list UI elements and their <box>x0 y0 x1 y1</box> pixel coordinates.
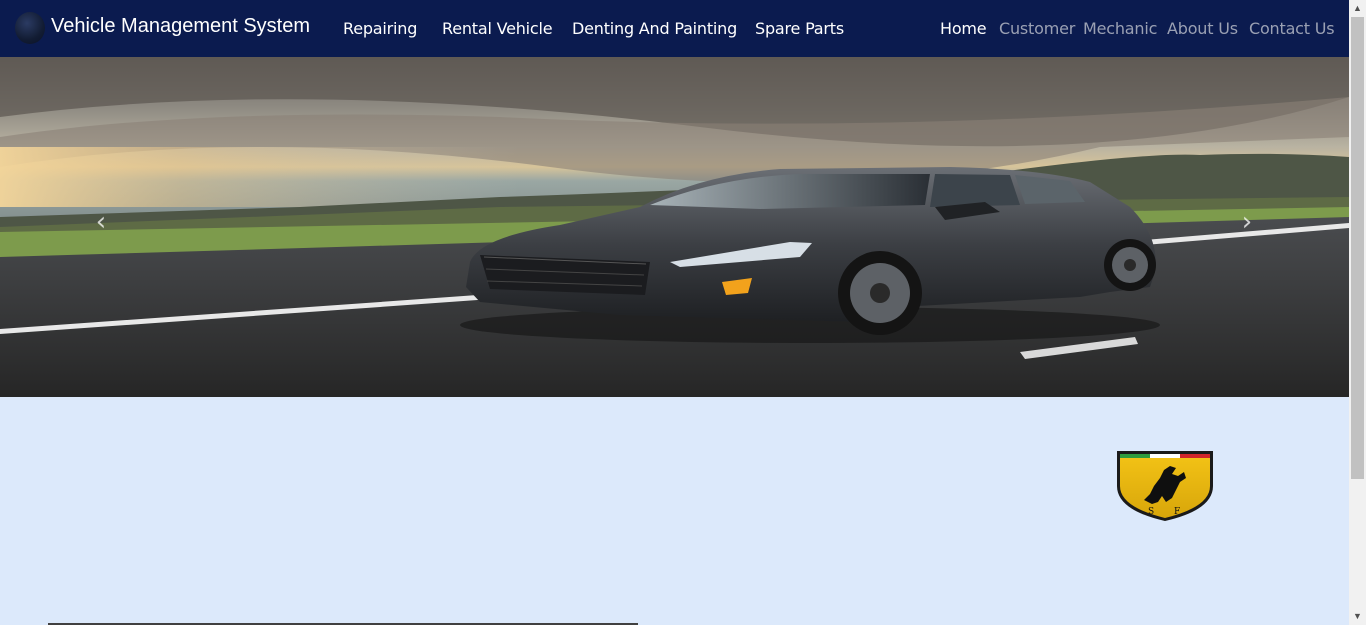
nav-contact-us[interactable]: Contact Us <box>1249 19 1335 38</box>
brand-title[interactable]: Vehicle Management System <box>51 15 310 38</box>
page: Vehicle Management System Repairing Rent… <box>0 0 1349 625</box>
nav-denting-and-painting[interactable]: Denting And Painting <box>572 19 737 38</box>
hero-car-image <box>0 57 1349 397</box>
nav-home[interactable]: Home <box>940 19 987 38</box>
nav-customer[interactable]: Customer <box>999 19 1075 38</box>
scroll-down-icon[interactable]: ▼ <box>1349 608 1366 625</box>
globe-logo-icon[interactable] <box>15 12 45 44</box>
nav-about-us[interactable]: About Us <box>1167 19 1238 38</box>
nav-repairing[interactable]: Repairing <box>343 19 417 38</box>
nav-spare-parts[interactable]: Spare Parts <box>755 19 844 38</box>
nav-rental-vehicle[interactable]: Rental Vehicle <box>442 19 553 38</box>
nav-mechanic[interactable]: Mechanic <box>1083 19 1157 38</box>
vertical-scrollbar[interactable]: ▲ ▼ <box>1349 0 1366 625</box>
svg-text:F: F <box>1174 507 1180 517</box>
scroll-up-icon[interactable]: ▲ <box>1349 0 1366 17</box>
scroll-thumb[interactable] <box>1351 17 1364 479</box>
top-navbar: Vehicle Management System Repairing Rent… <box>0 0 1349 57</box>
carousel-next-icon[interactable]: › <box>1236 209 1258 235</box>
svg-text:S: S <box>1148 507 1154 517</box>
ferrari-logo-icon: S F <box>1117 451 1213 521</box>
hero-carousel: ‹ › <box>0 57 1349 397</box>
carousel-prev-icon[interactable]: ‹ <box>90 209 112 235</box>
